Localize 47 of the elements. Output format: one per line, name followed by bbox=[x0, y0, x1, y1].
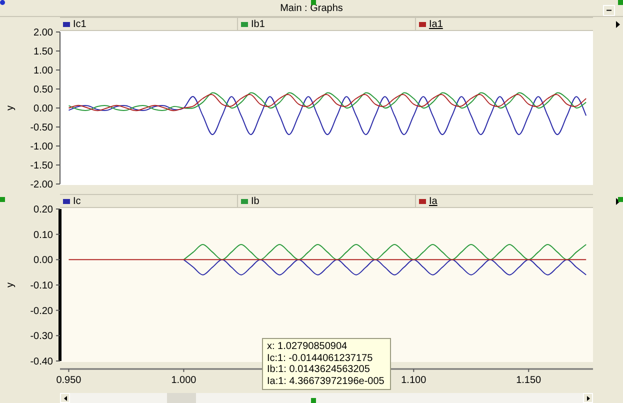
tooltip-text: Ia:1: 4.36673972196e-005 bbox=[267, 376, 384, 387]
legend-item[interactable]: Ia bbox=[416, 195, 593, 207]
legend-item[interactable]: Ib1 bbox=[238, 18, 416, 30]
triangle-left-icon bbox=[64, 396, 66, 400]
tick-label: -1.00 bbox=[30, 142, 53, 152]
tick-label: -0.30 bbox=[30, 331, 53, 342]
minimize-button[interactable]: – bbox=[603, 5, 615, 16]
tick-label: 1.00 bbox=[34, 66, 53, 76]
legend-item[interactable]: Ic1 bbox=[60, 18, 238, 30]
axis-label: y bbox=[5, 106, 16, 110]
tooltip-text: x: 1.02790850904 bbox=[267, 341, 348, 352]
tick-label: 0.50 bbox=[34, 84, 53, 96]
tick-label: -0.20 bbox=[30, 306, 53, 317]
legend-item[interactable]: Ic bbox=[60, 195, 238, 207]
resize-handle[interactable] bbox=[311, 398, 316, 403]
scroll-thumb[interactable] bbox=[167, 393, 196, 403]
triangle-right-icon[interactable] bbox=[616, 20, 620, 28]
tick-label: -0.50 bbox=[30, 122, 53, 134]
triangle-right-icon bbox=[586, 396, 590, 400]
tick-label: 1.150 bbox=[516, 375, 542, 386]
tick-label: -0.10 bbox=[30, 280, 53, 292]
legend-item[interactable]: Ia1 bbox=[416, 18, 593, 30]
tick-label: 0.00 bbox=[34, 104, 53, 114]
horizontal-scrollbar[interactable] bbox=[60, 393, 593, 403]
tick-label: 0.10 bbox=[34, 230, 53, 241]
resize-handle[interactable] bbox=[0, 197, 5, 202]
scroll-right-button[interactable] bbox=[583, 393, 593, 403]
tooltip-text: Ib:1: 0.0143624563205 bbox=[267, 364, 371, 376]
resize-handle[interactable] bbox=[0, 0, 5, 5]
window-title: Main : Graphs bbox=[280, 2, 343, 14]
tick-label: 1.50 bbox=[34, 46, 53, 58]
resize-handle[interactable] bbox=[618, 197, 623, 202]
tick-label: 1.100 bbox=[401, 375, 426, 386]
tick-label: 0.950 bbox=[56, 375, 82, 386]
tick-label: 1.000 bbox=[171, 375, 196, 386]
axis-label: y bbox=[5, 282, 16, 288]
resize-handle[interactable] bbox=[311, 0, 316, 5]
tooltip-text: Ic:1: -0.0144061237175 bbox=[267, 352, 374, 364]
tick-label: 0.20 bbox=[34, 204, 53, 216]
scroll-left-button[interactable] bbox=[60, 393, 70, 403]
legend-item[interactable]: Ib bbox=[238, 195, 416, 207]
tick-label: -1.50 bbox=[30, 160, 53, 172]
tick-label: 0.00 bbox=[34, 255, 53, 266]
resize-handle[interactable] bbox=[618, 0, 623, 5]
tick-label: -0.40 bbox=[30, 356, 53, 368]
tick-label: 2.00 bbox=[34, 28, 53, 38]
tick-label: -2.00 bbox=[30, 180, 53, 190]
